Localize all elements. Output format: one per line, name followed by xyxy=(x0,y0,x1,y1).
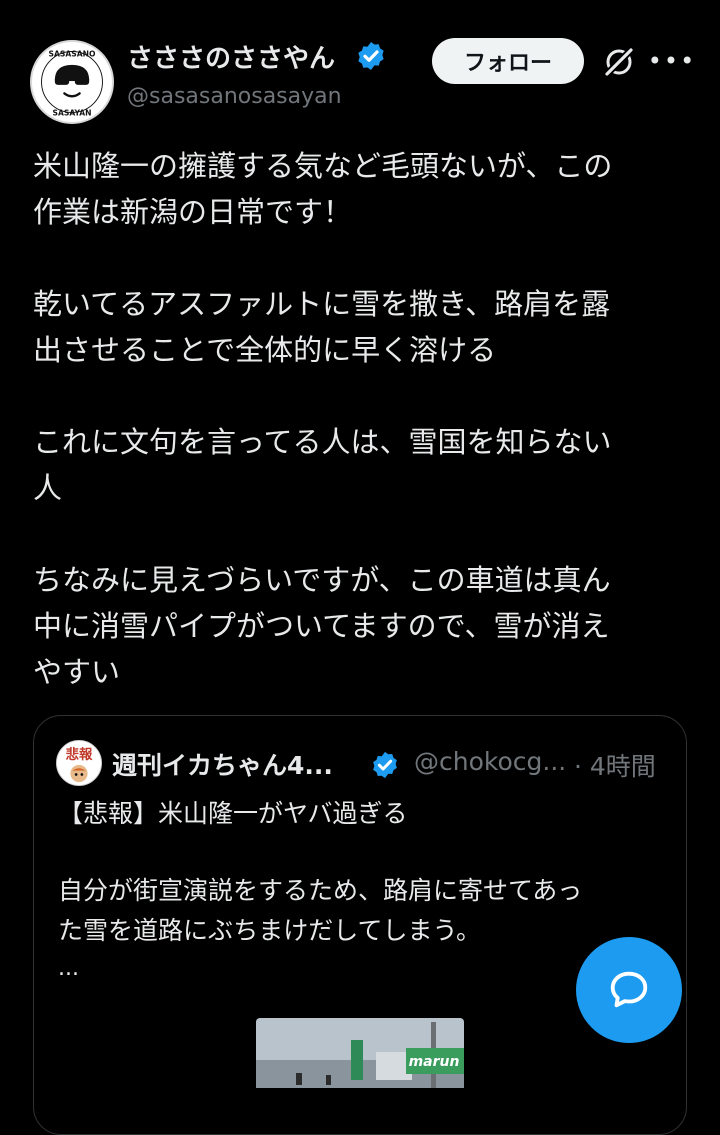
tweet-line: 作業は新潟の日常です！ xyxy=(33,195,353,229)
quoted-author-avatar: 悲報 xyxy=(56,740,102,786)
tweet-line: 米山隆一の擁護する気など毛頭ないが、この xyxy=(33,149,613,183)
quoted-title: 【悲報】米山隆一がヤバ過ぎる xyxy=(58,799,408,828)
avatar-text-top: SASASANO xyxy=(49,49,96,58)
tweet-line: これに文句を言ってる人は、雪国を知らない xyxy=(33,425,612,459)
quoted-avatar-text: 悲報 xyxy=(66,746,93,763)
quoted-display-name: 週刊イカちゃん4... xyxy=(112,751,333,780)
avatar-image: SASASANO SASAYAN xyxy=(33,43,111,121)
quoted-timestamp: · 4時間 xyxy=(574,752,656,781)
chat-bubble-icon xyxy=(610,971,648,1008)
grok-icon[interactable] xyxy=(602,45,636,79)
tweet-line: 乾いてるアスファルトに雪を撒き、路肩を露 xyxy=(33,287,611,321)
author-handle[interactable]: @sasasanosasayan xyxy=(127,84,342,109)
author-display-name[interactable]: さささのささやん xyxy=(127,38,335,75)
tweet-line: 人 xyxy=(33,471,63,505)
tweet-line: 出させることで全体的に早く溶ける xyxy=(33,333,497,367)
quoted-media-image[interactable]: marun xyxy=(256,1018,464,1088)
quoted-body-line: た雪を道路にぶちまけだしてしまう。 xyxy=(58,916,482,945)
quoted-handle: @chokocg... xyxy=(414,747,567,776)
tweet-text: 米山隆一の擁護する気など毛頭ないが、この 作業は新潟の日常です！ 乾いてるアスフ… xyxy=(33,143,693,695)
quoted-ellipsis: ... xyxy=(58,956,79,981)
tweet-header: SASASANO SASAYAN さささのささやん @sasasanosasay… xyxy=(0,0,720,140)
compose-reply-button[interactable] xyxy=(576,937,682,1043)
author-avatar[interactable]: SASASANO SASAYAN xyxy=(30,40,114,124)
follow-button[interactable]: フォロー xyxy=(432,38,584,84)
quoted-body: 自分が街宣演説をするため、路肩に寄せてあっ た雪を道路にぶちまけだしてしまう。 xyxy=(58,871,668,951)
tweet-line: やすい xyxy=(33,655,121,689)
tweet-line: 中に消雪パイプがついてますので、雪が消え xyxy=(33,609,610,643)
more-icon[interactable]: ••• xyxy=(648,44,694,78)
media-sign-text: marun xyxy=(409,1054,460,1070)
avatar-text-bottom: SASAYAN xyxy=(52,108,91,117)
quoted-media-photo: marun xyxy=(256,1018,464,1088)
quoted-body-line: 自分が街宣演説をするため、路肩に寄せてあっ xyxy=(58,876,583,905)
quoted-tweet-card[interactable]: 悲報 週刊イカちゃん4... @chokocg... · 4時間 【悲報】米山隆… xyxy=(33,715,687,1135)
quoted-verified-badge-icon xyxy=(373,751,397,779)
verified-badge-icon xyxy=(358,42,384,70)
quoted-avatar-image: 悲報 xyxy=(57,741,101,785)
tweet-line: ちなみに見えづらいですが、この車道は真ん xyxy=(33,563,611,597)
